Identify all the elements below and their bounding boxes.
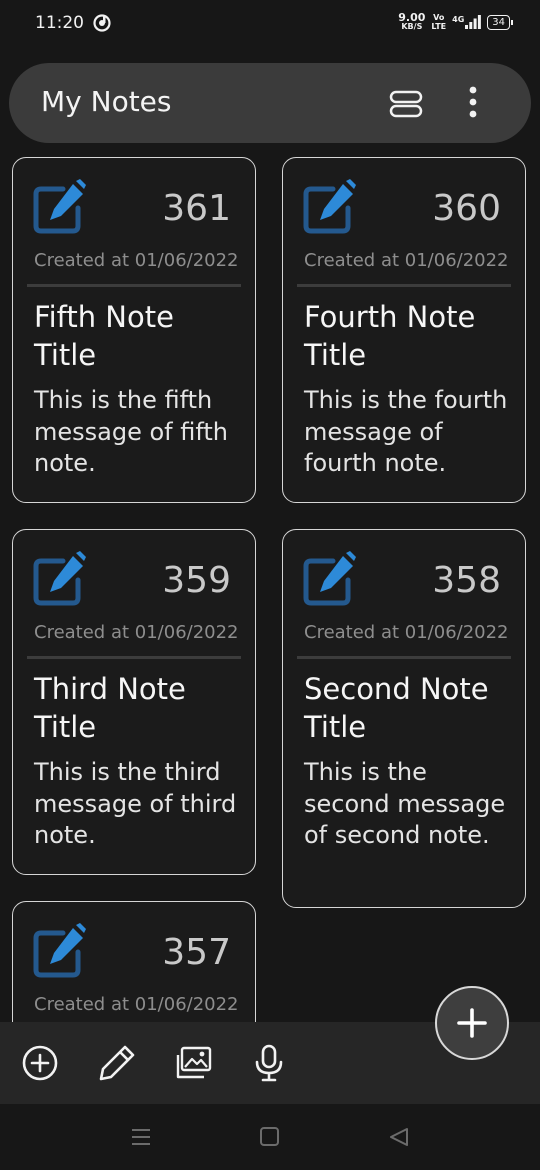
signal-indicator: 4G [452, 15, 482, 29]
view-toggle-icon[interactable] [389, 87, 423, 121]
image-icon[interactable] [174, 1043, 214, 1083]
note-message: This is the fifth message of fifth note. [34, 386, 229, 477]
add-note-fab[interactable] [435, 986, 509, 1060]
volte-indicator: Vo LTE [431, 13, 446, 31]
note-card[interactable]: 359 Created at 01/06/2022 Third Note Tit… [12, 529, 256, 875]
note-date: Created at 01/06/2022 [304, 622, 509, 643]
note-divider [27, 656, 241, 659]
note-message: This is the second message of second not… [304, 758, 506, 849]
note-number: 358 [432, 560, 501, 601]
app-bar: My Notes [9, 63, 531, 143]
more-vert-icon[interactable] [461, 83, 485, 121]
note-title: Fourth Note Title [304, 300, 476, 372]
note-title: Fifth Note Title [34, 300, 174, 372]
note-divider [297, 656, 511, 659]
note-number: 359 [162, 560, 231, 601]
network-speed: 9.00 KB/S [398, 11, 426, 31]
pencil-icon[interactable] [97, 1043, 137, 1083]
note-card[interactable]: 361 Created at 01/06/2022 Fifth Note Tit… [12, 157, 256, 503]
add-circle-icon[interactable] [20, 1043, 60, 1083]
network-type: 4G [452, 15, 465, 24]
note-number: 360 [432, 188, 501, 229]
note-divider [27, 284, 241, 287]
plus-icon [457, 1008, 487, 1038]
net-speed-unit: KB/S [401, 22, 423, 31]
status-bar: 11:20 9.00 KB/S Vo LTE 4G 34 [0, 0, 540, 48]
signal-strength-icon [465, 15, 482, 29]
edit-note-icon[interactable] [33, 178, 87, 234]
status-time: 11:20 [35, 13, 84, 33]
note-date: Created at 01/06/2022 [34, 994, 239, 1015]
note-divider [297, 284, 511, 287]
note-card[interactable]: 358 Created at 01/06/2022 Second Note Ti… [282, 529, 526, 908]
edit-note-icon[interactable] [303, 550, 357, 606]
note-date: Created at 01/06/2022 [34, 250, 239, 271]
page-title: My Notes [41, 85, 172, 118]
edit-note-icon[interactable] [33, 550, 87, 606]
note-title: Second Note Title [304, 672, 489, 744]
note-date: Created at 01/06/2022 [34, 622, 239, 643]
volte-top: Vo [433, 13, 445, 22]
recent-apps-icon[interactable] [128, 1124, 154, 1150]
note-message: This is the fourth message of fourth not… [304, 386, 508, 477]
note-number: 357 [162, 932, 231, 973]
edit-note-icon[interactable] [303, 178, 357, 234]
volte-bottom: LTE [431, 22, 447, 31]
note-date: Created at 01/06/2022 [304, 250, 509, 271]
status-indicators: 9.00 KB/S Vo LTE 4G 34 [398, 11, 513, 31]
microphone-icon[interactable] [249, 1043, 289, 1083]
net-speed-value: 9.00 [398, 11, 426, 24]
app-notification-icon [93, 14, 111, 32]
battery-indicator: 34 [487, 14, 513, 30]
note-message: This is the third message of third note. [34, 758, 237, 849]
back-icon[interactable] [386, 1124, 412, 1150]
note-title: Third Note Title [34, 672, 186, 744]
system-nav-bar [0, 1104, 540, 1170]
note-number: 361 [162, 188, 231, 229]
edit-note-icon[interactable] [33, 922, 87, 978]
home-icon[interactable] [257, 1124, 283, 1150]
note-card[interactable]: 360 Created at 01/06/2022 Fourth Note Ti… [282, 157, 526, 503]
